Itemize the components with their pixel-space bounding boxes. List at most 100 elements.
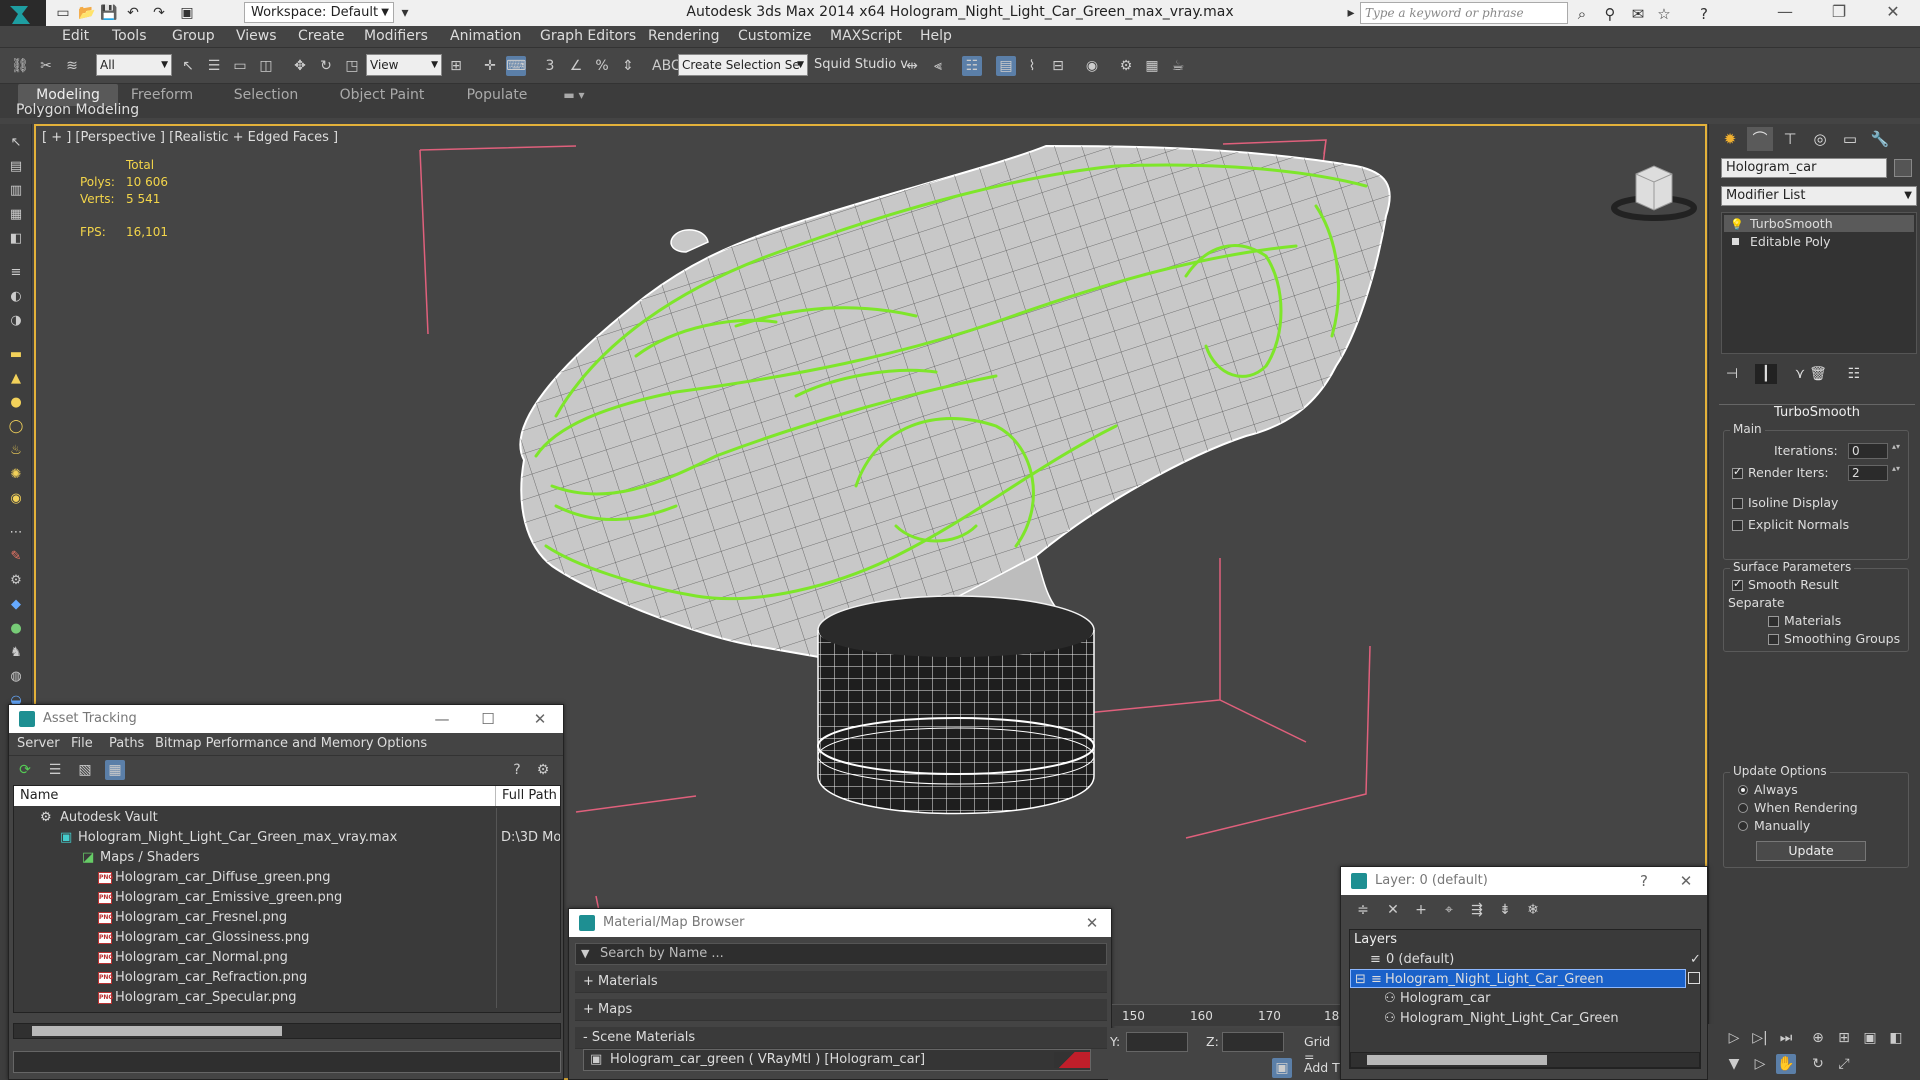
viewcube-icon[interactable] [1606,158,1702,228]
table-row[interactable]: PNG Hologram_car_Specular.png [14,988,560,1008]
scrollbar-thumb[interactable] [1367,1055,1547,1065]
thumbnail-view-icon[interactable]: ▧ [75,760,95,780]
display-tab-icon[interactable]: ▭ [1837,127,1863,151]
layers-horizontal-scrollbar[interactable] [1350,1052,1700,1068]
update-always-radio[interactable] [1738,785,1748,795]
highlight-selected-icon[interactable]: ⇶ [1467,900,1487,920]
select-tool-icon[interactable]: ↖ [7,134,25,152]
menu-edit[interactable]: Edit [62,28,89,44]
field-of-view-icon[interactable]: ▼ [1724,1054,1744,1074]
redo-icon[interactable]: ↷ [150,4,168,22]
scrollbar-thumb[interactable] [32,1026,282,1036]
layer-visibility-toggle[interactable] [1688,972,1700,984]
infocenter-search-input[interactable]: Type a keyword or phrase [1360,2,1568,24]
help-icon[interactable]: ? [1629,869,1659,893]
stack-item-editable-poly[interactable]: Editable Poly [1724,233,1914,250]
pin-stack-icon[interactable]: ⊣ [1721,364,1743,384]
help-icon[interactable]: ? [1694,4,1714,24]
table-row[interactable]: ◪ Maps / Shaders [14,848,560,868]
table-row[interactable]: PNG Hologram_car_Refraction.png [14,968,560,988]
table-row[interactable]: ⚙ Autodesk Vault [14,808,560,828]
tool-icon[interactable]: ◍ [7,668,25,686]
tool-icon[interactable]: ◑ [7,312,25,330]
tab-selection[interactable]: Selection [224,84,308,106]
menu-tools[interactable]: Tools [112,28,147,44]
curve-editor-icon[interactable]: ⌇ [1022,56,1042,76]
render-setup-icon[interactable]: ⚙ [1116,56,1136,76]
ribbon-options-icon[interactable]: ▬ ▾ [554,84,594,106]
object-color-swatch[interactable] [1894,159,1912,177]
select-manipulate-icon[interactable]: ✛ [480,56,500,76]
undo-icon[interactable]: ↶ [124,4,142,22]
snaps-toggle-icon[interactable]: 3 [540,56,560,76]
project-folder-icon[interactable]: ▣ [178,4,196,22]
material-browser-titlebar[interactable]: Material/Map Browser [569,909,1111,937]
menu-animation[interactable]: Animation [450,28,521,44]
separate-smoothing-groups-checkbox[interactable] [1768,634,1779,645]
column-header-full-path[interactable]: Full Path [496,786,560,806]
menu-server[interactable]: Server [17,736,60,751]
modify-tab-icon[interactable]: ⌒ [1747,127,1773,151]
mirror-icon[interactable]: ⇹ [902,56,922,76]
hierarchy-tab-icon[interactable]: ⊤ [1777,127,1803,151]
rendered-frame-window-icon[interactable]: ▦ [1142,56,1162,76]
polygon-modeling-panel[interactable]: Polygon Modeling [16,102,139,120]
rotate-icon[interactable]: ↻ [316,56,336,76]
separate-materials-checkbox[interactable] [1768,616,1779,627]
move-icon[interactable]: ✥ [290,56,310,76]
zoom-extents-icon[interactable]: ▣ [1860,1028,1880,1048]
add-time-tag-label[interactable]: Add T [1304,1060,1340,1075]
update-when-rendering-radio[interactable] [1738,803,1748,813]
align-icon[interactable]: ⫷ [928,56,948,76]
minimize-button[interactable]: — [1762,0,1808,26]
expand-arrow-icon[interactable]: ▸ [1342,4,1360,22]
create-tab-icon[interactable]: ✹ [1717,127,1743,151]
bind-spacewarp-icon[interactable]: ≋ [62,56,82,76]
search-options-icon[interactable]: ▼ [581,947,589,960]
menu-graph-editors[interactable]: Graph Editors [540,28,636,44]
list-view-icon[interactable]: ☰ [45,760,65,780]
cone-primitive-icon[interactable]: ▲ [7,370,25,388]
select-object-icon[interactable]: ↖ [178,56,198,76]
tab-object-paint[interactable]: Object Paint [330,84,434,106]
time-tag-icon[interactable]: ▣ [1272,1058,1292,1078]
table-row[interactable]: PNG Hologram_car_Diffuse_green.png [14,868,560,888]
layer-explorer-icon[interactable]: ▤ [996,56,1016,76]
orbit-icon[interactable]: ↻ [1808,1054,1828,1074]
go-to-end-icon[interactable]: ⏭ [1776,1028,1796,1048]
squid-studio-label[interactable]: Squid Studio v [814,57,908,72]
category-maps[interactable]: + Maps [575,999,1107,1021]
scale-icon[interactable]: ◳ [342,56,362,76]
named-selection-sets-dropdown[interactable]: Create Selection Se ▼ [678,54,808,76]
communication-center-icon[interactable]: ✉ [1628,4,1648,24]
zoom-extents-all-icon[interactable]: ◧ [1886,1028,1906,1048]
new-file-icon[interactable]: ▭ [54,4,72,22]
help-icon[interactable]: ? [507,760,527,780]
iterations-spinner[interactable]: 0 [1848,443,1900,459]
pan-hand-icon[interactable]: ✋ [1776,1054,1796,1074]
zoom-all-icon[interactable]: ⊞ [1834,1028,1854,1048]
render-production-icon[interactable]: ☕ [1168,56,1188,76]
tool-icon[interactable]: ▥ [7,182,25,200]
tool-icon[interactable]: ≡ [7,264,25,282]
torus-primitive-icon[interactable]: ◯ [7,418,25,436]
select-by-name-icon[interactable]: ☰ [204,56,224,76]
window-crossing-icon[interactable]: ◫ [256,56,276,76]
collapse-icon[interactable]: ⊟ [1355,970,1366,989]
material-editor-icon[interactable]: ◉ [1082,56,1102,76]
binoculars-icon[interactable]: ⌕ [1572,4,1592,24]
menu-modifiers[interactable]: Modifiers [364,28,428,44]
tool-icon[interactable]: ⋯ [7,524,25,542]
asset-status-field[interactable] [13,1051,561,1073]
configure-modifier-sets-icon[interactable]: ☷ [1843,364,1865,384]
menu-paths[interactable]: Paths [109,736,144,751]
tool-icon[interactable]: ◧ [7,230,25,248]
table-view-icon[interactable]: ▦ [105,760,125,780]
pivot-center-icon[interactable]: ⊞ [446,56,466,76]
update-manually-radio[interactable] [1738,821,1748,831]
sphere-primitive-icon[interactable]: ● [7,394,25,412]
zoom-icon[interactable]: ⊕ [1808,1028,1828,1048]
layer-object-row[interactable]: ⚇ Hologram_car [1350,989,1686,1008]
teapot-primitive-icon[interactable]: ♨ [7,442,25,460]
tool-icon[interactable]: ▦ [7,206,25,224]
